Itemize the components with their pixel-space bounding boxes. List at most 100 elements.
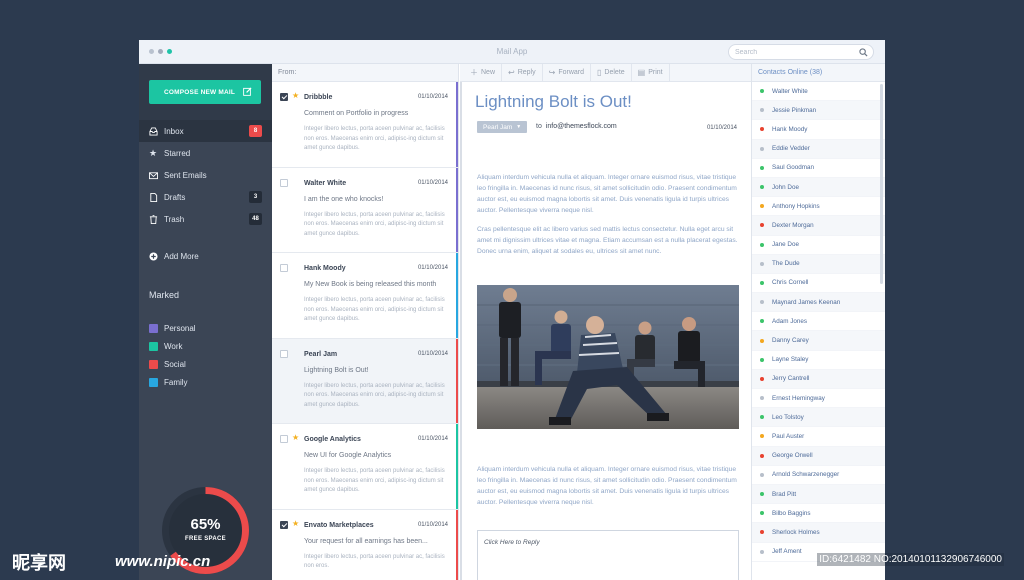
message-checkbox[interactable] (280, 178, 288, 187)
search-input[interactable] (735, 47, 853, 58)
new-button[interactable]: ＋ New (464, 64, 503, 82)
contact-item[interactable]: Dexter Morgan (752, 216, 885, 236)
message-preview: Integer libero lectus, porta aceen pulvi… (304, 468, 445, 493)
message-checkbox[interactable] (280, 264, 288, 272)
star-icon[interactable]: ★ (292, 519, 299, 528)
status-dot (760, 146, 764, 151)
status-dot (760, 204, 764, 209)
mail-paragraph-1: Aliquam interdum vehicula nulla et aliqu… (477, 174, 737, 214)
status-dot (760, 357, 764, 362)
star-icon[interactable]: ★ (292, 433, 299, 442)
contact-item[interactable]: Saul Goodman (752, 159, 885, 178)
sidebar-item-trash[interactable]: Trash 48 (139, 208, 272, 230)
contact-name: John Doe (772, 183, 799, 191)
unread-badge: 8 (249, 125, 262, 137)
contact-item[interactable]: Adam Jones (752, 312, 885, 332)
contact-name: Eddie Vedder (772, 145, 810, 153)
message-sender: Walter White (304, 179, 347, 187)
contact-item[interactable]: Sherlock Holmes (752, 523, 885, 543)
search-icon[interactable] (859, 48, 868, 57)
contact-item[interactable]: Jerry Cantrell (752, 369, 885, 389)
contact-item[interactable]: Eddie Vedder (752, 139, 885, 159)
contact-item[interactable]: Leo Tolstoy (752, 408, 885, 428)
message-item[interactable]: ★ Dribbble 01/10/2014 Comment on Portfolio … (272, 82, 458, 168)
contact-name: Bilbo Baggins (772, 509, 811, 517)
sidebar-item-starred[interactable]: ★ Starred (139, 142, 272, 164)
message-checkbox[interactable] (280, 520, 288, 529)
contact-item[interactable]: Maynard James Keenan (752, 293, 885, 313)
reply-icon: ↩ (508, 68, 515, 77)
label-work[interactable]: Work (149, 337, 196, 355)
pane-divider (460, 82, 462, 580)
contact-item[interactable]: George Orwell (752, 446, 885, 466)
edit-icon (243, 87, 252, 96)
contact-item[interactable]: Walter White (752, 82, 885, 102)
label-personal[interactable]: Personal (149, 319, 196, 337)
print-button[interactable]: ▤ Print (632, 64, 670, 82)
label-family[interactable]: Family (149, 373, 196, 391)
message-sender: Google Analytics (304, 436, 361, 443)
sidebar-item-sent[interactable]: Sent Emails (139, 164, 272, 186)
contact-item[interactable]: Jane Doe (752, 236, 885, 255)
marked-heading: Marked (149, 290, 180, 300)
recipient-address[interactable]: info@themesflock.com (546, 123, 617, 130)
watermark-logo: 昵享网 (12, 553, 66, 574)
contact-item[interactable]: Danny Carey (752, 331, 885, 351)
message-item[interactable]: Pearl Jam 01/10/2014 Lightning Bolt is Out… (272, 338, 458, 424)
delete-button[interactable]: ▯ Delete (591, 64, 632, 82)
contact-name: Jerry Cantrell (772, 375, 810, 383)
mail-subject: Lightning Bolt is Out! (475, 92, 632, 111)
sender-name: Pearl Jam (483, 123, 513, 131)
contact-item[interactable]: The Dude (752, 254, 885, 274)
label-social[interactable]: Social (149, 355, 196, 373)
sender-dropdown[interactable]: Pearl Jam ▼ (477, 121, 528, 133)
label-color-swatch (149, 341, 158, 351)
sidebar-item-inbox[interactable]: Inbox 8 (139, 120, 272, 142)
contact-item[interactable]: Hank Moody (752, 120, 885, 140)
message-item[interactable]: ★ Google Analytics 01/10/2014 New UI for Go… (272, 424, 458, 510)
message-color-bar (456, 338, 458, 423)
contact-item[interactable]: Chris Cornell (752, 274, 885, 294)
message-checkbox[interactable] (280, 435, 288, 443)
star-icon[interactable]: ★ (292, 91, 299, 100)
toolbar-label: Print (648, 69, 663, 76)
message-preview: Integer libero lectus, porta aceen pulvi… (304, 553, 445, 570)
contact-name: Jane Doe (772, 241, 799, 249)
add-more-button[interactable]: Add More (139, 245, 272, 267)
message-item[interactable]: Hank Moody 01/10/2014 My New Book is being… (272, 253, 458, 339)
message-checkbox[interactable] (280, 93, 288, 101)
toolbar-label: Delete (604, 69, 625, 76)
compose-label: COMPOSE NEW MAIL (164, 88, 236, 96)
label-color-swatch (149, 359, 158, 369)
contact-item[interactable]: Jessie Pinkman (752, 101, 885, 121)
contacts-header: Contacts Online (38) (752, 64, 885, 82)
contact-item[interactable]: Brad Pitt (752, 484, 885, 505)
contact-item[interactable]: Layne Staley (752, 351, 885, 370)
sidebar-item-drafts[interactable]: Drafts 3 (139, 186, 272, 208)
contact-item[interactable]: Anthony Hopkins (752, 197, 885, 217)
contacts-panel: Contacts Online (38) Walter White Jessie … (751, 64, 885, 580)
marked-labels: Personal Work Social Family (149, 319, 196, 391)
contact-item[interactable]: Ernest Hemingway (752, 389, 885, 409)
contact-item[interactable]: Paul Auster (752, 427, 885, 447)
message-sender: Hank Moody (304, 265, 346, 272)
reply-input[interactable] (478, 531, 738, 580)
message-checkbox[interactable] (280, 349, 288, 358)
status-dot (760, 89, 764, 94)
reply-button[interactable]: ↩ Reply (502, 64, 543, 82)
chevron-down-icon: ▼ (516, 124, 522, 130)
watermark-url: www.nipic.cn (115, 553, 211, 570)
contact-item[interactable]: Bilbo Baggins (752, 504, 885, 524)
search-box[interactable] (728, 44, 874, 60)
status-dot (760, 319, 764, 324)
reply-box[interactable] (477, 530, 739, 580)
compose-button[interactable]: COMPOSE NEW MAIL (149, 80, 261, 104)
contact-item[interactable]: John Doe (752, 177, 885, 198)
contact-item[interactable]: Arnold Schwarzenegger (752, 466, 885, 485)
message-item[interactable]: Walter White 01/10/2014 I am the one who k… (272, 167, 458, 253)
sidebar: COMPOSE NEW MAIL Inbox 8 ★ Starred Sent … (139, 64, 272, 580)
contact-name: Brad Pitt (772, 490, 797, 498)
contacts-scrollbar[interactable] (880, 84, 883, 284)
message-item[interactable]: ★ Envato Marketplaces 01/10/2014 Your reque… (272, 509, 458, 580)
forward-button[interactable]: ↪ Forward (543, 64, 592, 82)
